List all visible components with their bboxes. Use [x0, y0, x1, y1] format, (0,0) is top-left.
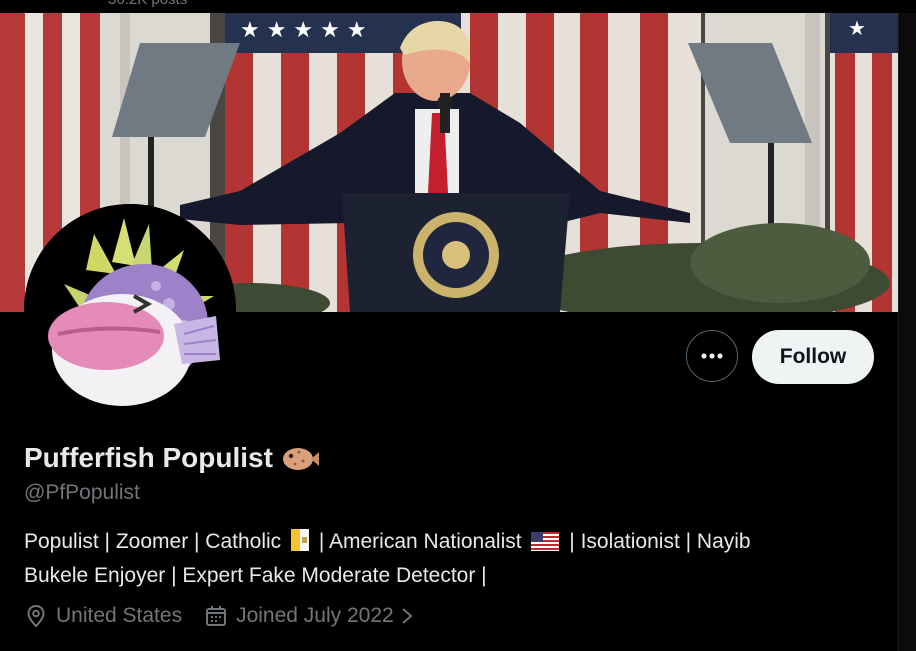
more-dots-icon [701, 353, 723, 359]
location-item: United States [24, 604, 182, 628]
chevron-right-icon [402, 608, 413, 624]
top-bar: 36.2K posts [0, 0, 916, 13]
display-name: Pufferfish Populist [24, 442, 273, 473]
vatican-flag-icon [291, 529, 310, 560]
joined-text: Joined July 2022 [236, 604, 394, 627]
bio-text-part4: Bukele Enjoyer | Expert Fake Moderate De… [24, 564, 487, 587]
display-name-row: Pufferfish Populist [24, 440, 319, 476]
pufferfish-avatar-icon [24, 204, 236, 416]
bio-text-part2: | American Nationalist [318, 530, 522, 553]
posts-count: 36.2K posts [108, 0, 187, 8]
more-options-button[interactable] [686, 330, 738, 382]
bio-text-part3: | Isolationist | Nayib [569, 530, 751, 553]
joined-item[interactable]: Joined July 2022 [204, 604, 422, 628]
svg-text:★ ★ ★ ★ ★: ★ ★ ★ ★ ★ [240, 18, 367, 43]
follow-button[interactable]: Follow [752, 330, 874, 384]
profile-avatar[interactable] [24, 204, 236, 416]
location-pin-icon [27, 604, 45, 628]
calendar-icon [206, 606, 227, 626]
profile-bio: Populist | Zoomer | Catholic | American … [24, 526, 864, 591]
svg-text:★: ★ [848, 16, 866, 40]
scrollbar[interactable] [898, 13, 916, 651]
user-handle: @PfPopulist [24, 481, 140, 504]
us-flag-icon [531, 529, 560, 560]
bio-text-part1: Populist | Zoomer | Catholic [24, 530, 282, 553]
pufferfish-emoji-icon [281, 443, 319, 473]
location-text: United States [56, 604, 183, 627]
profile-meta: United States Joined July 2022 [24, 604, 444, 628]
